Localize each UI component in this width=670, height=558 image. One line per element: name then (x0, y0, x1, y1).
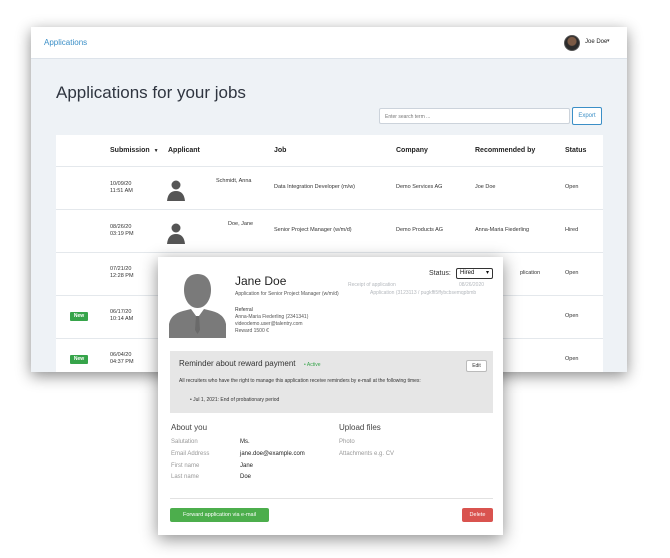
status-text: Open (565, 313, 579, 319)
sort-down-icon[interactable]: ▼ (154, 148, 159, 154)
column-header-company: Company (396, 147, 428, 154)
column-header-applicant: Applicant (168, 147, 200, 154)
submission-time: 10:14 AM (110, 316, 134, 322)
submission-time: 12:28 PM (110, 273, 134, 279)
submission-date: 07/21/20 (110, 266, 132, 272)
receipt-date: 08/26/2020 (459, 282, 485, 288)
top-navbar: Applications Joe Doe ▾ (31, 27, 627, 59)
last-name-label: Last name (171, 474, 200, 480)
new-badge: New (70, 312, 88, 321)
table-row[interactable]: 08/26/20 03:19 PM Doe, Jane Senior Proje… (56, 209, 603, 252)
application-detail-panel: Jane Doe Application for Senior Project … (158, 257, 503, 535)
recommended-by: Joe Doe (475, 184, 496, 190)
column-header-submission-label: Submission (110, 147, 150, 154)
column-header-recommended-by: Recommended by (475, 147, 536, 154)
submission-time: 04:37 PM (110, 359, 134, 365)
company-name: Demo Services AG (396, 184, 443, 190)
status-text: Open (565, 270, 579, 276)
forward-email-button[interactable]: Forward application via e-mail (170, 508, 269, 522)
user-menu-name[interactable]: Joe Doe (585, 39, 607, 45)
status-text: Open (565, 184, 579, 190)
table-row[interactable]: 10/09/20 11:51 AM Schmidt, Anna Data Int… (56, 166, 603, 209)
referral-label: Referral (235, 307, 253, 313)
person-silhouette-icon (167, 180, 185, 201)
reminder-date-item: • Jul 1, 2021: End of probationary perio… (190, 397, 280, 403)
submission-date: 10/09/20 (110, 181, 132, 187)
column-header-submission[interactable]: Submission ▼ (110, 147, 159, 154)
submission-date: 08/26/20 (110, 224, 132, 230)
search-input[interactable]: Enter search term ... (379, 108, 570, 124)
reminder-description: All recruiters who have the right to man… (179, 378, 421, 384)
last-name-value: Doe (240, 474, 252, 480)
new-badge: New (70, 355, 88, 364)
reminder-title: Reminder about reward payment (179, 359, 296, 368)
divider (170, 498, 493, 499)
attachments-upload-label[interactable]: Attachments e.g. CV (339, 451, 394, 457)
status-select[interactable]: Hired ▾ (456, 268, 493, 279)
referral-email[interactable]: videodemo.user@talentry.com (235, 321, 303, 327)
photo-upload-label[interactable]: Photo (339, 439, 355, 445)
person-silhouette-icon (169, 274, 226, 338)
reward-reminder-box: Reminder about reward payment • Active E… (170, 351, 493, 413)
delete-button[interactable]: Delete (462, 508, 493, 522)
applicant-full-name: Jane Doe (235, 274, 287, 288)
submission-time: 11:51 AM (110, 188, 133, 194)
application-id: Application (3123113 / pugkffi5ffybcbsem… (370, 290, 477, 296)
status-label: Status: (429, 270, 451, 277)
receipt-label: Receipt of application (348, 282, 396, 288)
job-title: Senior Project Manager (w/m/d) (274, 227, 352, 233)
reminder-active-badge: • Active (304, 362, 321, 368)
applications-nav-link[interactable]: Applications (44, 38, 87, 47)
company-name: Demo Products AG (396, 227, 444, 233)
about-you-title: About you (171, 423, 208, 432)
email-label: Email Address (171, 451, 210, 457)
applicant-name: Schmidt, Anna (216, 178, 252, 184)
recommended-by: Anna-Maria Fiederling (475, 227, 530, 233)
applicant-name: Doe, Jane (228, 221, 254, 227)
export-button[interactable]: Export (572, 107, 602, 125)
referral-name: Anna-Maria Fiederling (2341341) (235, 314, 309, 320)
status-select-value: Hired (460, 270, 475, 276)
first-name-label: First name (171, 463, 200, 469)
chevron-down-icon: ▾ (485, 270, 489, 276)
status-text: Hired (565, 227, 579, 233)
reminder-edit-button[interactable]: Edit (466, 360, 487, 372)
chevron-down-icon[interactable]: ▾ (607, 38, 610, 44)
user-avatar-icon[interactable] (564, 35, 580, 51)
email-value[interactable]: jane.doe@example.com (240, 451, 305, 457)
salutation-value: Ms. (240, 439, 250, 445)
page-title: Applications for your jobs (56, 83, 246, 102)
submission-date: 06/04/20 (110, 352, 132, 358)
salutation-label: Salutation (171, 439, 198, 445)
referral-reward: Reward 1500 € (235, 328, 269, 334)
applied-for-text: Application for Senior Project Manager (… (235, 291, 339, 297)
column-header-job: Job (274, 147, 287, 154)
submission-time: 03:19 PM (110, 231, 134, 237)
submission-date: 06/17/20 (110, 309, 132, 315)
status-text: Open (565, 356, 579, 362)
first-name-value: Jane (240, 463, 254, 469)
job-title: Data Integration Developer (m/w) (274, 184, 356, 190)
upload-files-title: Upload files (339, 423, 381, 432)
column-header-status: Status (565, 147, 587, 154)
person-silhouette-icon (167, 223, 185, 244)
recommended-by: plication (520, 270, 541, 276)
